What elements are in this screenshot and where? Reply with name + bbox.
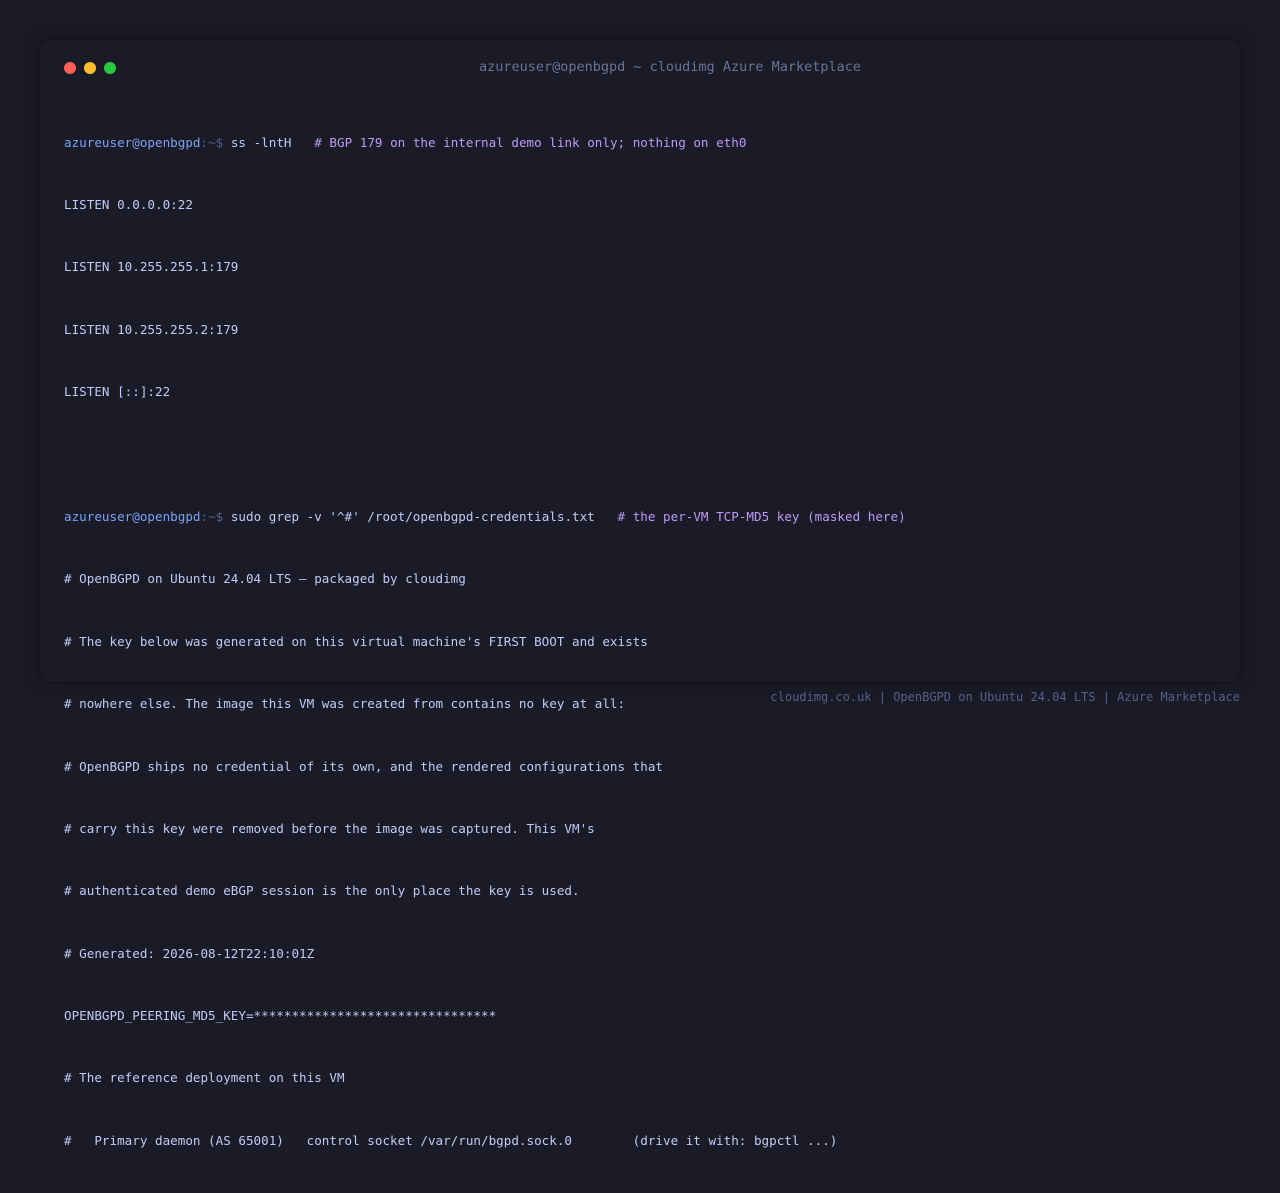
- terminal-window: azureuser@openbgpd ~ cloudimg Azure Mark…: [40, 40, 1240, 1148]
- command-text: sudo grep -v '^#' /root/openbgpd-credent…: [230, 508, 595, 524]
- command-line: azureuser@openbgpd:~$ ss -lntH # BGP 179…: [64, 133, 1214, 154]
- output-line: # authenticated demo eBGP session is the…: [64, 883, 580, 899]
- output-line: # Primary daemon (AS 65001) control sock…: [64, 1132, 838, 1148]
- window-title: azureuser@openbgpd ~ cloudimg Azure Mark…: [478, 59, 861, 75]
- output-line: LISTEN 10.255.255.2:179: [64, 321, 239, 337]
- output-line: # The reference deployment on this VM: [64, 1070, 345, 1086]
- prompt-user: azureuser@openbgpd: [64, 508, 201, 524]
- command-comment: # the per-VM TCP-MD5 key (masked here): [617, 508, 906, 524]
- output-line: # carry this key were removed before the…: [64, 820, 595, 836]
- output-line: # OpenBGPD on Ubuntu 24.04 LTS — package…: [64, 571, 466, 587]
- command-comment: # BGP 179 on the internal demo link only…: [314, 134, 747, 150]
- command-text: ss -lntH: [230, 134, 292, 150]
- command-line: azureuser@openbgpd:~$ sudo grep -v '^#' …: [64, 507, 1214, 528]
- output-line: # OpenBGPD ships no credential of its ow…: [64, 758, 663, 774]
- title-bar: azureuser@openbgpd ~ cloudimg Azure Mark…: [40, 40, 1240, 96]
- footer-caption: cloudimg.co.uk | OpenBGPD on Ubuntu 24.0…: [770, 690, 1240, 704]
- output-line: OPENBGPD_PEERING_MD5_KEY=***************…: [64, 1008, 497, 1024]
- output-line: # Generated: 2026-08-12T22:10:01Z: [64, 945, 315, 961]
- output-line: LISTEN 0.0.0.0:22: [64, 196, 193, 212]
- output-line: # The key below was generated on this vi…: [64, 633, 648, 649]
- terminal-output[interactable]: azureuser@openbgpd:~$ ss -lntH # BGP 179…: [64, 91, 1214, 1193]
- prompt-separator: :~$: [200, 508, 224, 524]
- prompt-separator: :~$: [200, 134, 224, 150]
- prompt-user: azureuser@openbgpd: [64, 134, 201, 150]
- output-line: LISTEN 10.255.255.1:179: [64, 259, 239, 275]
- output-line: LISTEN [::]:22: [64, 384, 171, 400]
